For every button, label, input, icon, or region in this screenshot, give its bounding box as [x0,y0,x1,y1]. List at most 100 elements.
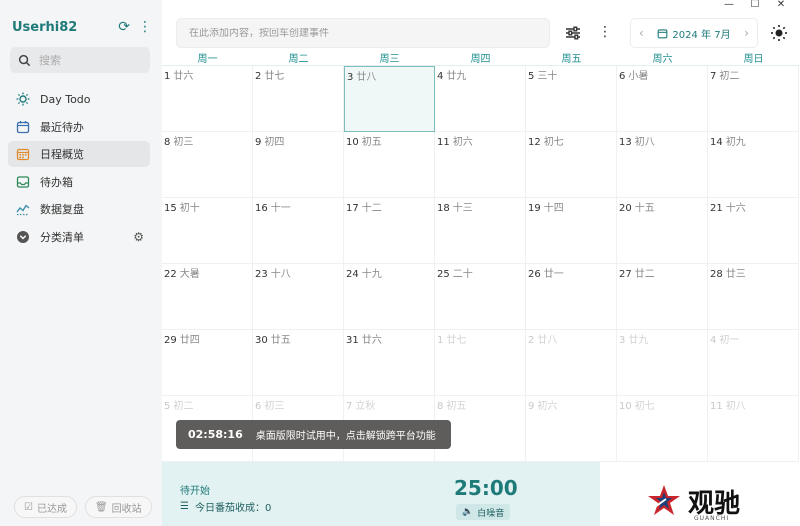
lunar-date: 初二 [719,71,740,82]
calendar-day-cell[interactable]: 15 初十 [162,198,253,264]
calendar-day-cell[interactable]: 30 廿五 [253,330,344,396]
calendar-day-cell[interactable]: 29 廿四 [162,330,253,396]
day-number: 21 [710,203,723,214]
calendar-day-cell[interactable]: 5 三十 [526,66,617,132]
sidebar-item-category-list[interactable]: 分类清单 ⚙ [8,224,150,250]
more-icon[interactable]: ⋮ [598,24,612,40]
day-number: 9 [255,137,262,148]
calendar-day-cell[interactable]: 24 十九 [344,264,435,330]
calendar-day-cell[interactable]: 18 十三 [435,198,526,264]
day-number: 11 [437,137,450,148]
calendar-day-cell[interactable]: 10 初七 [617,396,708,462]
day-number: 18 [437,203,450,214]
weekday-header: 周一 周二 周三 周四 周五 周六 周日 [162,54,800,66]
calendar-day-cell[interactable]: 11 初六 [435,132,526,198]
day-number: 4 [710,335,717,346]
day-number: 7 [346,401,353,412]
calendar-icon [16,120,30,134]
calendar-day-cell[interactable]: 26 廿一 [526,264,617,330]
calendar-day-cell[interactable]: 3 廿九 [617,330,708,396]
calendar-day-cell[interactable]: 22 大暑 [162,264,253,330]
calendar-day-cell[interactable]: 16 十一 [253,198,344,264]
white-noise-button[interactable]: 🔈 白噪音 [456,504,511,520]
sidebar-item-schedule-overview[interactable]: 日程概览 [8,141,150,167]
toast-message: 桌面版限时试用中，点击解锁跨平台功能 [255,431,436,442]
username[interactable]: Userhi82 [12,20,110,35]
calendar-day-cell[interactable]: 21 十六 [708,198,799,264]
trial-toast[interactable]: 02:58:16 桌面版限时试用中，点击解锁跨平台功能 [176,420,451,449]
pomodoro-timer[interactable]: 25:00 [454,476,518,500]
chart-icon [16,202,30,216]
chevron-right-icon[interactable]: › [744,26,749,40]
calendar-day-cell[interactable]: 17 十二 [344,198,435,264]
search-box[interactable] [10,47,150,73]
search-input[interactable] [39,53,139,67]
inbox-icon [16,175,30,189]
day-number: 7 [710,71,717,82]
calendar-day-cell[interactable]: 6 小暑 [617,66,708,132]
calendar-day-cell[interactable]: 4 初一 [708,330,799,396]
calendar-day-cell[interactable]: 31 廿六 [344,330,435,396]
calendar-day-cell[interactable]: 10 初五 [344,132,435,198]
calendar-day-cell[interactable]: 8 初三 [162,132,253,198]
sidebar-item-inbox[interactable]: 待办箱 [8,169,150,195]
calendar-day-cell[interactable]: 25 二十 [435,264,526,330]
sidebar-item-recent-todo[interactable]: 最近待办 [8,114,150,140]
filter-sliders-icon[interactable] [564,24,582,42]
sun-icon [16,92,30,106]
lunar-date: 初四 [264,137,285,148]
pending-label: 待开始 [180,486,210,497]
lunar-date: 初十 [179,203,200,214]
add-event-input[interactable] [189,27,539,39]
close-button[interactable]: ✕ [768,0,794,10]
calendar-icon [658,28,668,38]
lunar-date: 初二 [173,401,194,412]
calendar-day-cell[interactable]: 12 初七 [526,132,617,198]
lunar-date: 十三 [452,203,473,214]
lunar-date: 廿九 [446,71,467,82]
calendar-day-cell[interactable]: 11 初八 [708,396,799,462]
minimize-button[interactable]: — [716,0,742,10]
sidebar-item-label: 待办箱 [40,175,73,189]
calendar-day-cell[interactable]: 9 初四 [253,132,344,198]
trash-button[interactable]: 🗑 回收站 [84,496,152,518]
calendar-day-cell[interactable]: 13 初八 [617,132,708,198]
calendar-day-cell[interactable]: 28 廿三 [708,264,799,330]
search-icon [18,54,31,66]
user-row: Userhi82 ⟳ ⋮ [12,16,152,38]
calendar-grid-icon [16,147,30,161]
lunar-date: 十四 [543,203,564,214]
month-label[interactable]: 2024 年 7月 [657,26,731,41]
calendar-day-cell[interactable]: 19 十四 [526,198,617,264]
calendar-day-cell[interactable]: 4 廿九 [435,66,526,132]
sidebar-item-day-todo[interactable]: Day Todo [8,86,150,112]
add-event-box[interactable] [176,18,550,48]
day-number: 19 [528,203,541,214]
calendar-day-cell[interactable]: 2 廿八 [526,330,617,396]
calendar-day-cell[interactable]: 7 初二 [708,66,799,132]
lunar-date: 初八 [725,401,746,412]
sidebar-item-label: 分类清单 [40,230,84,244]
sync-icon[interactable]: ⟳ [118,19,130,35]
maximize-button[interactable]: ☐ [742,0,768,10]
calendar-day-cell[interactable]: 1 廿七 [435,330,526,396]
more-icon[interactable]: ⋮ [138,19,152,35]
calendar-day-cell[interactable]: 27 廿二 [617,264,708,330]
gear-icon[interactable]: ⚙ [133,230,144,244]
calendar-day-cell[interactable]: 23 十八 [253,264,344,330]
weekday-label: 周五 [526,54,617,66]
done-button[interactable]: ☑ 已达成 [14,496,77,518]
chevron-left-icon[interactable]: ‹ [639,26,644,40]
lunar-date: 廿八 [356,72,377,83]
sidebar-item-data-review[interactable]: 数据复盘 [8,196,150,222]
calendar-day-cell[interactable]: 1 廿六 [162,66,253,132]
calendar-day-cell[interactable]: 14 初九 [708,132,799,198]
calendar-day-cell[interactable]: 3 廿八 [344,66,435,132]
calendar-day-cell[interactable]: 20 十五 [617,198,708,264]
calendar-day-cell[interactable]: 2 廿七 [253,66,344,132]
pomodoro-bar: 待开始 ☰ 今日番茄收成：0 25:00 🔈 白噪音 [162,462,600,526]
calendar-day-cell[interactable]: 9 初六 [526,396,617,462]
today-harvest: ☰ 今日番茄收成：0 [180,499,271,514]
day-number: 8 [164,137,171,148]
theme-sun-icon[interactable] [770,24,788,42]
